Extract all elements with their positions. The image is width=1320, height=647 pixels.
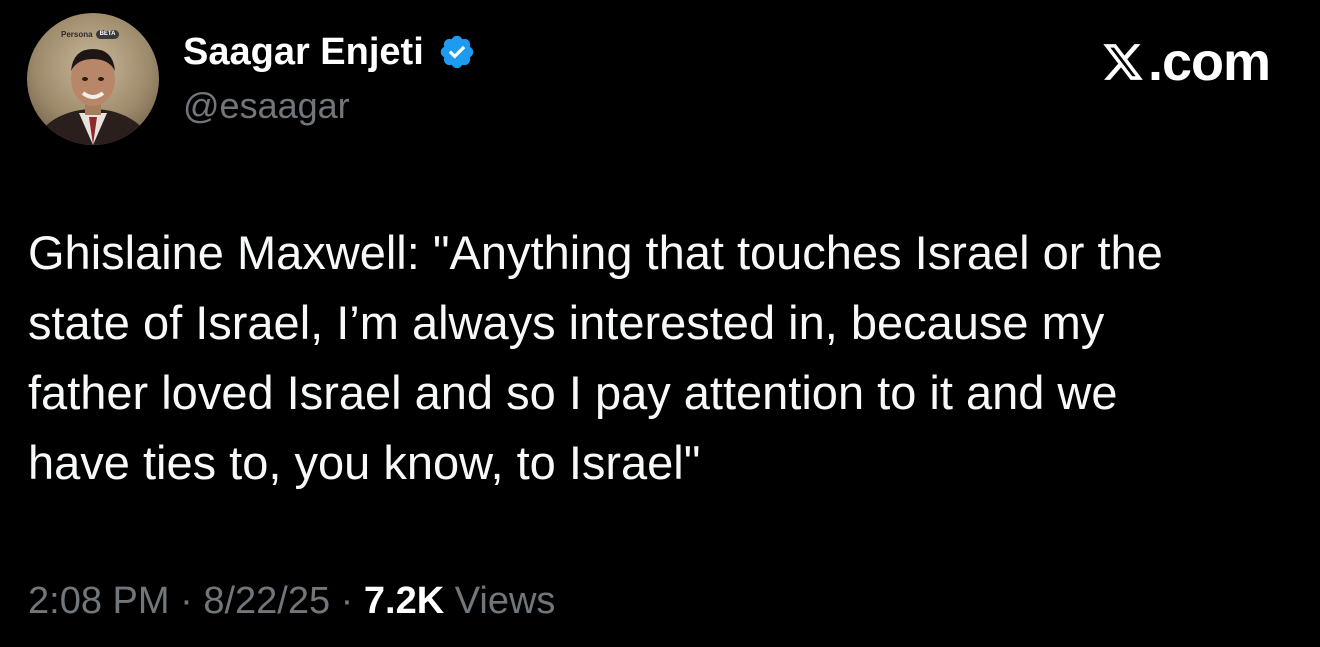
- verified-badge-icon: [440, 35, 473, 69]
- tweet-meta: 2:08 PM · 8/22/25 · 7.2K Views: [28, 573, 555, 629]
- views-count[interactable]: 7.2K: [364, 580, 444, 622]
- avatar-badge-label: Persona: [61, 29, 93, 39]
- author-handle[interactable]: @esaagar: [183, 84, 350, 128]
- author-name-row: Saagar Enjeti: [183, 28, 476, 76]
- x-logo-icon: [1103, 44, 1143, 80]
- author-display-name[interactable]: Saagar Enjeti: [183, 28, 424, 76]
- tweet-text: Ghislaine Maxwell: "Anything that touche…: [28, 226, 1163, 489]
- brand-domain: .com: [1147, 32, 1271, 92]
- avatar[interactable]: Persona BETA: [27, 13, 159, 145]
- meta-separator: ·: [180, 580, 193, 622]
- avatar-badge-tag: BETA: [95, 29, 120, 39]
- views-label: Views: [454, 580, 556, 622]
- meta-separator: ·: [340, 580, 354, 622]
- brand-watermark: .com: [1100, 32, 1271, 92]
- avatar-persona-badge: Persona BETA: [61, 27, 120, 41]
- tweet-date[interactable]: 8/22/25: [203, 580, 330, 622]
- tweet-time[interactable]: 2:08 PM: [28, 580, 170, 622]
